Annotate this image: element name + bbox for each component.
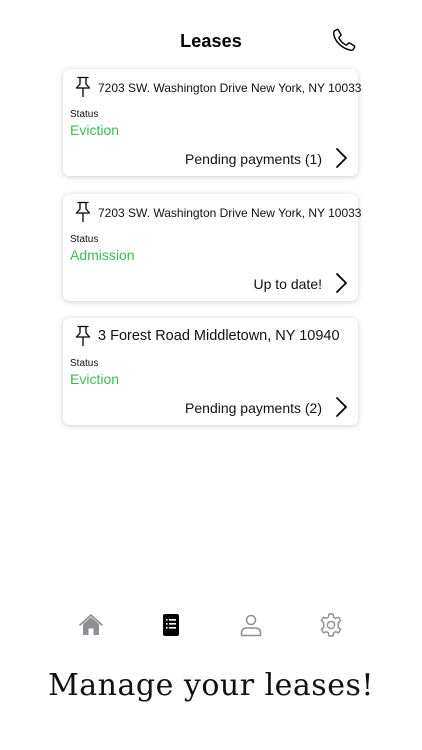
payments-status[interactable]: Pending payments (2) (185, 400, 322, 416)
leases-icon[interactable] (158, 612, 184, 638)
pin-icon (75, 76, 91, 98)
payments-status[interactable]: Pending payments (1) (185, 151, 322, 167)
status-value: Admission (70, 247, 135, 263)
status-value: Eviction (70, 371, 120, 387)
status-value: Eviction (70, 122, 120, 138)
page-title: Leases (180, 31, 242, 51)
chevron-right-icon[interactable] (334, 272, 348, 294)
lease-card[interactable]: 7203 SW. Washington Drive New York, NY 1… (63, 194, 362, 301)
pin-icon (75, 201, 91, 223)
header: Leases (0, 0, 422, 70)
status-label: Status (70, 109, 99, 120)
tagline: Manage your leases! (48, 668, 374, 703)
phone-icon[interactable] (331, 26, 357, 54)
lease-address: 7203 SW. Washington Drive New York, NY 1… (98, 81, 362, 95)
chevron-right-icon[interactable] (334, 147, 348, 169)
profile-icon[interactable] (238, 612, 264, 638)
lease-card[interactable]: 7203 SW. Washington Drive New York, NY 1… (63, 69, 362, 176)
tab-bar (0, 604, 422, 644)
payments-status[interactable]: Up to date! (254, 276, 323, 292)
status-label: Status (70, 234, 99, 245)
chevron-right-icon[interactable] (334, 396, 348, 418)
settings-icon[interactable] (318, 612, 344, 638)
status-label: Status (70, 358, 99, 369)
home-icon[interactable] (78, 612, 104, 638)
lease-card[interactable]: 3 Forest Road Middletown, NY 10940 Statu… (63, 318, 358, 425)
pin-icon (75, 325, 91, 347)
lease-address: 3 Forest Road Middletown, NY 10940 (98, 328, 340, 344)
lease-address: 7203 SW. Washington Drive New York, NY 1… (98, 206, 362, 220)
